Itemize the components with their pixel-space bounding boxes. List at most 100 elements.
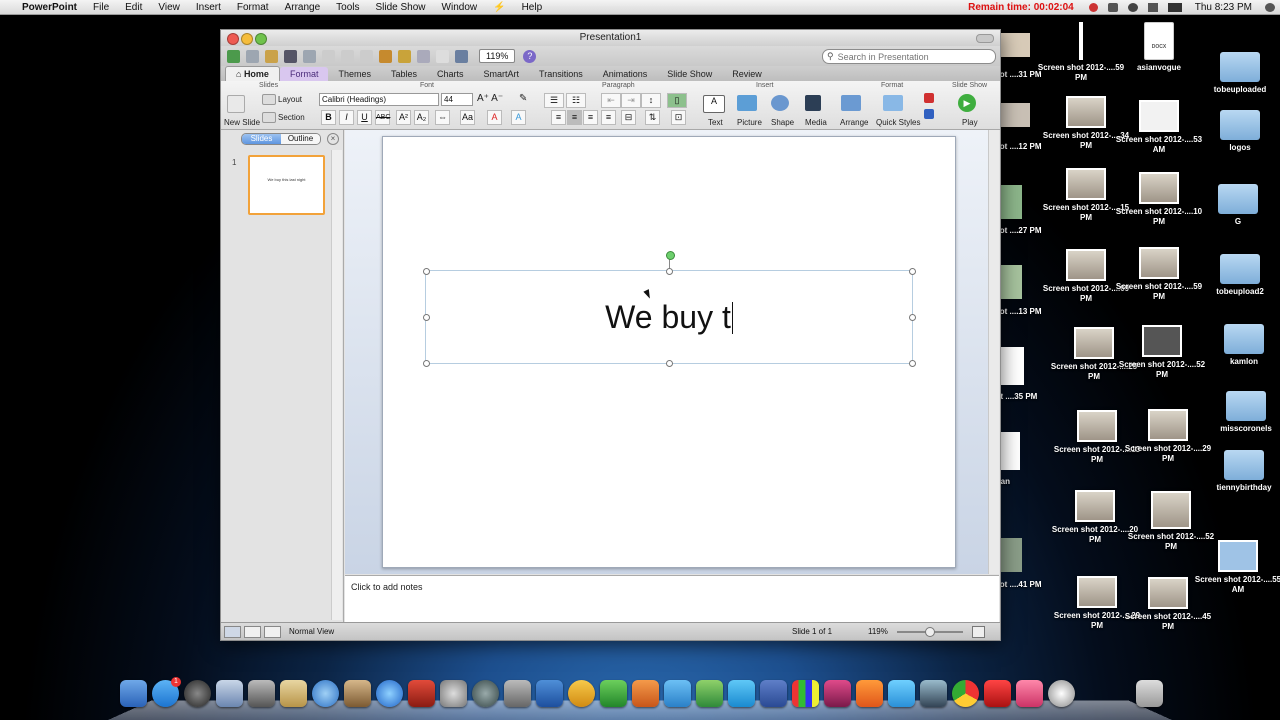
tab-tables[interactable]: Tables [381, 67, 427, 81]
docx-icon[interactable] [436, 49, 449, 63]
battery-icon[interactable] [1167, 2, 1182, 12]
clear-format-icon[interactable]: ✎ [519, 93, 527, 104]
word-icon[interactable] [536, 680, 563, 707]
undo-icon[interactable] [398, 49, 411, 63]
align-text-button[interactable]: ⊡ [671, 110, 686, 125]
help-icon[interactable]: ? [523, 49, 537, 63]
desktop-folder-kamlon[interactable]: kamlon [1199, 324, 1280, 367]
tab-slide-show[interactable]: Slide Show [657, 67, 722, 81]
text-box-icon[interactable]: A [703, 95, 725, 113]
section-icon[interactable] [262, 112, 276, 123]
notes-pane[interactable]: Click to add notes [345, 575, 999, 623]
desktop-thumb[interactable] [998, 103, 1030, 127]
wifi-icon[interactable] [1127, 2, 1138, 12]
grow-font-button[interactable]: A⁺ A⁻ [477, 93, 503, 104]
menu-edit[interactable]: Edit [117, 2, 150, 13]
underline-button[interactable]: U [357, 110, 372, 125]
menu-slide-show[interactable]: Slide Show [368, 2, 434, 13]
itunes-icon[interactable] [376, 680, 403, 707]
desktop-thumb[interactable] [998, 33, 1030, 57]
volume-icon[interactable] [1147, 2, 1158, 12]
safari-icon[interactable] [312, 680, 339, 707]
line-spacing-button[interactable]: ↕ [641, 93, 661, 108]
new-icon[interactable] [227, 49, 240, 63]
text-effects-button[interactable]: A [511, 110, 526, 125]
numbering-button[interactable]: ☷ [566, 93, 586, 108]
spotlight-icon[interactable] [1265, 2, 1275, 12]
zoom-slider-knob[interactable] [925, 627, 935, 637]
tab-outline[interactable]: Outline [281, 134, 320, 144]
desktop-doc-icon[interactable] [998, 432, 1020, 470]
tab-smartart[interactable]: SmartArt [474, 67, 530, 81]
menu-file[interactable]: File [85, 2, 117, 13]
search-box[interactable]: ⚲ [822, 49, 996, 64]
zoom-field[interactable]: 119% [479, 49, 516, 63]
font-name-field[interactable]: Calibri (Headings) [319, 93, 439, 106]
download-icon[interactable] [696, 680, 723, 707]
toolbar-toggle-button[interactable] [976, 34, 994, 43]
new-slide-button[interactable]: New Slide [224, 118, 260, 127]
desktop-icon[interactable]: Screen shot 2012-....59 PM [1114, 247, 1204, 302]
resize-handle[interactable] [423, 360, 430, 367]
insert-shape-button[interactable]: Shape [771, 118, 794, 127]
play-icon[interactable]: ▶ [958, 94, 976, 112]
increase-indent-button[interactable]: ⇥ [621, 93, 641, 108]
format-painter-icon[interactable] [379, 49, 392, 63]
character-spacing-button[interactable]: ⇔ [435, 110, 450, 125]
desktop-thumb[interactable] [998, 185, 1022, 219]
slide-title-text[interactable]: We buy t [426, 299, 912, 336]
new-slide-icon[interactable] [227, 95, 245, 113]
layout-icon[interactable] [262, 94, 276, 105]
align-right-button[interactable]: ≡ [583, 110, 598, 125]
tab-transitions[interactable]: Transitions [529, 67, 593, 81]
desktop-folder-tobeuploaded[interactable]: tobeuploaded [1195, 52, 1280, 95]
decrease-indent-button[interactable]: ⇤ [601, 93, 621, 108]
notes-placeholder[interactable]: Click to add notes [351, 582, 423, 592]
insert-media-button[interactable]: Media [805, 118, 827, 127]
dashboard-icon[interactable] [184, 680, 211, 707]
bullets-button[interactable]: ☰ [544, 93, 564, 108]
zoom-window-button[interactable] [255, 33, 267, 45]
grid-app-icon[interactable] [792, 680, 819, 707]
desktop-folder-tobeupload2[interactable]: tobeupload2 [1195, 254, 1280, 297]
arrange-icon[interactable] [841, 95, 861, 111]
tab-format[interactable]: Format [279, 67, 329, 81]
canvas-scrollbar[interactable] [988, 130, 999, 574]
mail-icon[interactable] [216, 680, 243, 707]
desktop-folder-logos[interactable]: logos [1195, 110, 1280, 153]
trash-icon[interactable] [1136, 680, 1163, 707]
app-menu[interactable]: PowerPoint [18, 2, 85, 13]
section-button[interactable]: Section [278, 113, 305, 122]
photo-booth-icon[interactable] [408, 680, 435, 707]
zoom-slider[interactable] [897, 627, 963, 637]
close-pane-icon[interactable]: × [327, 133, 339, 145]
rotation-handle[interactable] [666, 251, 675, 260]
minimize-window-button[interactable] [241, 33, 253, 45]
normal-view-icon[interactable] [224, 626, 241, 638]
quick-styles-button[interactable]: Quick Styles [876, 118, 920, 127]
justify-button[interactable]: ≡ [601, 110, 616, 125]
media-icon[interactable] [805, 95, 821, 111]
resize-handle[interactable] [666, 268, 673, 275]
search-input[interactable] [837, 51, 978, 62]
layout-button[interactable]: Layout [278, 95, 302, 104]
copy-icon[interactable] [341, 49, 354, 63]
powerpoint-icon[interactable] [632, 680, 659, 707]
clock[interactable]: Thu 8:23 PM [1187, 2, 1260, 13]
menu-window[interactable]: Window [434, 2, 486, 13]
script-menu-icon[interactable]: ⚡ [485, 2, 513, 13]
desktop-icon[interactable]: Screen shot 2012-....10 PM [1114, 172, 1204, 227]
menu-arrange[interactable]: Arrange [277, 2, 329, 13]
desktop-icon-asianvogue[interactable]: DOCX asianvogue [1114, 22, 1204, 73]
desktop-thumb[interactable] [998, 347, 1024, 385]
open-icon[interactable] [265, 49, 278, 63]
slide[interactable]: We buy t [382, 136, 956, 568]
soundcloud-icon[interactable] [856, 680, 883, 707]
quick-styles-icon[interactable] [883, 95, 903, 111]
tab-slides[interactable]: Slides [242, 134, 281, 144]
save-icon[interactable] [284, 49, 297, 63]
desktop-icon[interactable]: Screen shot 2012-....52 PM [1117, 325, 1207, 380]
fit-to-window-icon[interactable] [972, 626, 985, 638]
red-app-icon[interactable] [984, 680, 1011, 707]
menu-view[interactable]: View [150, 2, 188, 13]
